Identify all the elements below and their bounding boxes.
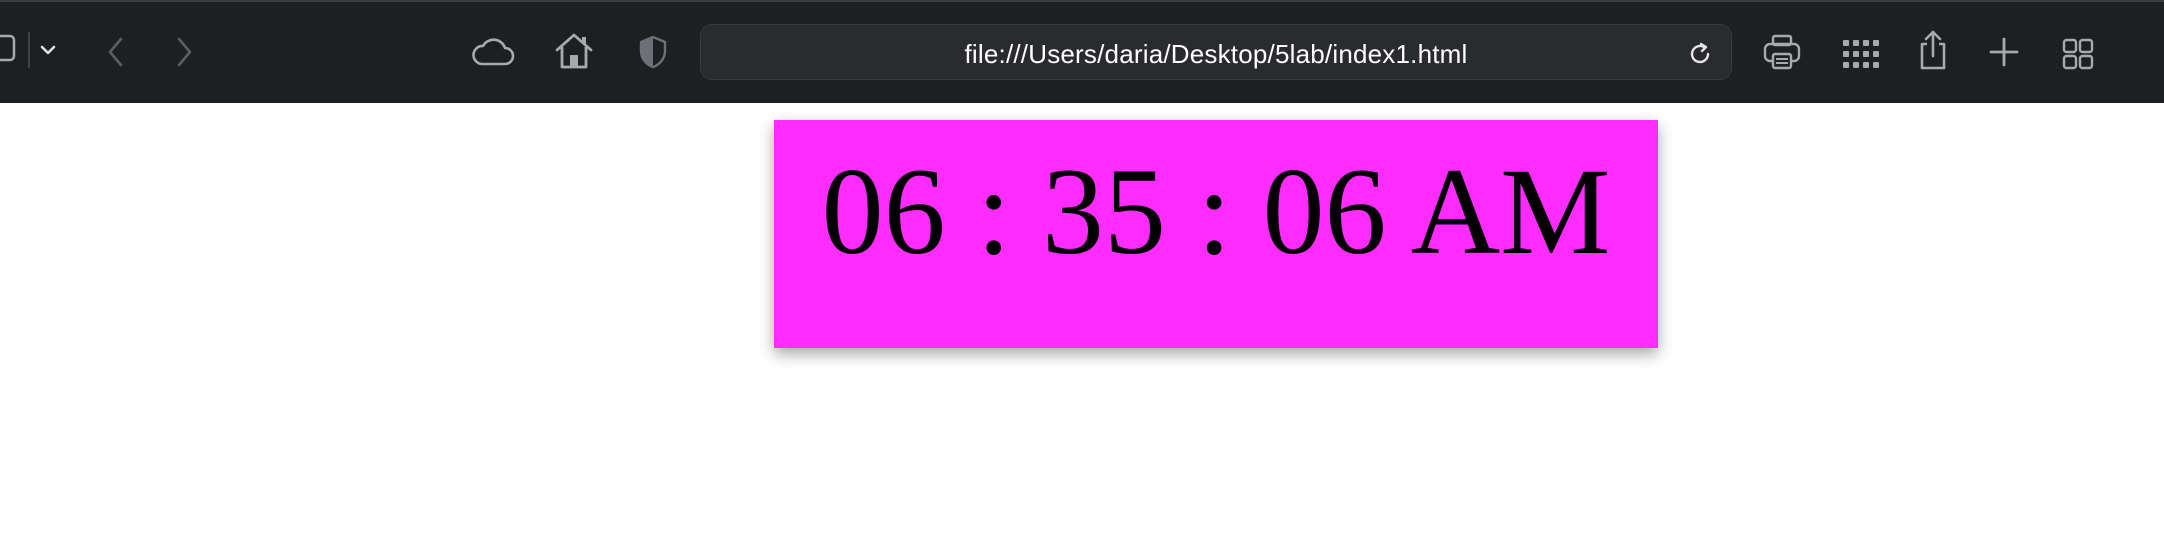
home-icon[interactable]	[552, 30, 596, 72]
toolbar-divider	[28, 32, 30, 68]
clock-time: 06 : 35 : 06 AM	[821, 143, 1611, 280]
tab-overview-icon[interactable]	[2058, 34, 2098, 74]
chevron-down-icon[interactable]	[36, 38, 60, 62]
address-bar[interactable]: file:///Users/daria/Desktop/5lab/index1.…	[700, 24, 1732, 80]
shield-icon[interactable]	[636, 32, 670, 72]
plus-icon[interactable]	[1984, 32, 2024, 72]
cloud-icon[interactable]	[470, 32, 516, 72]
grid-dots-icon[interactable]	[1838, 34, 1882, 74]
chevron-left-icon[interactable]	[100, 34, 132, 70]
url-text[interactable]: file:///Users/daria/Desktop/5lab/index1.…	[701, 39, 1731, 70]
printer-icon[interactable]	[1760, 30, 1804, 74]
reload-icon[interactable]	[1683, 37, 1717, 71]
share-icon[interactable]	[1912, 26, 1954, 74]
sidebar-icon[interactable]	[0, 32, 18, 64]
browser-toolbar: file:///Users/daria/Desktop/5lab/index1.…	[0, 0, 2164, 103]
clock-display: 06 : 35 : 06 AM	[774, 120, 1658, 348]
chevron-right-icon[interactable]	[168, 34, 200, 70]
